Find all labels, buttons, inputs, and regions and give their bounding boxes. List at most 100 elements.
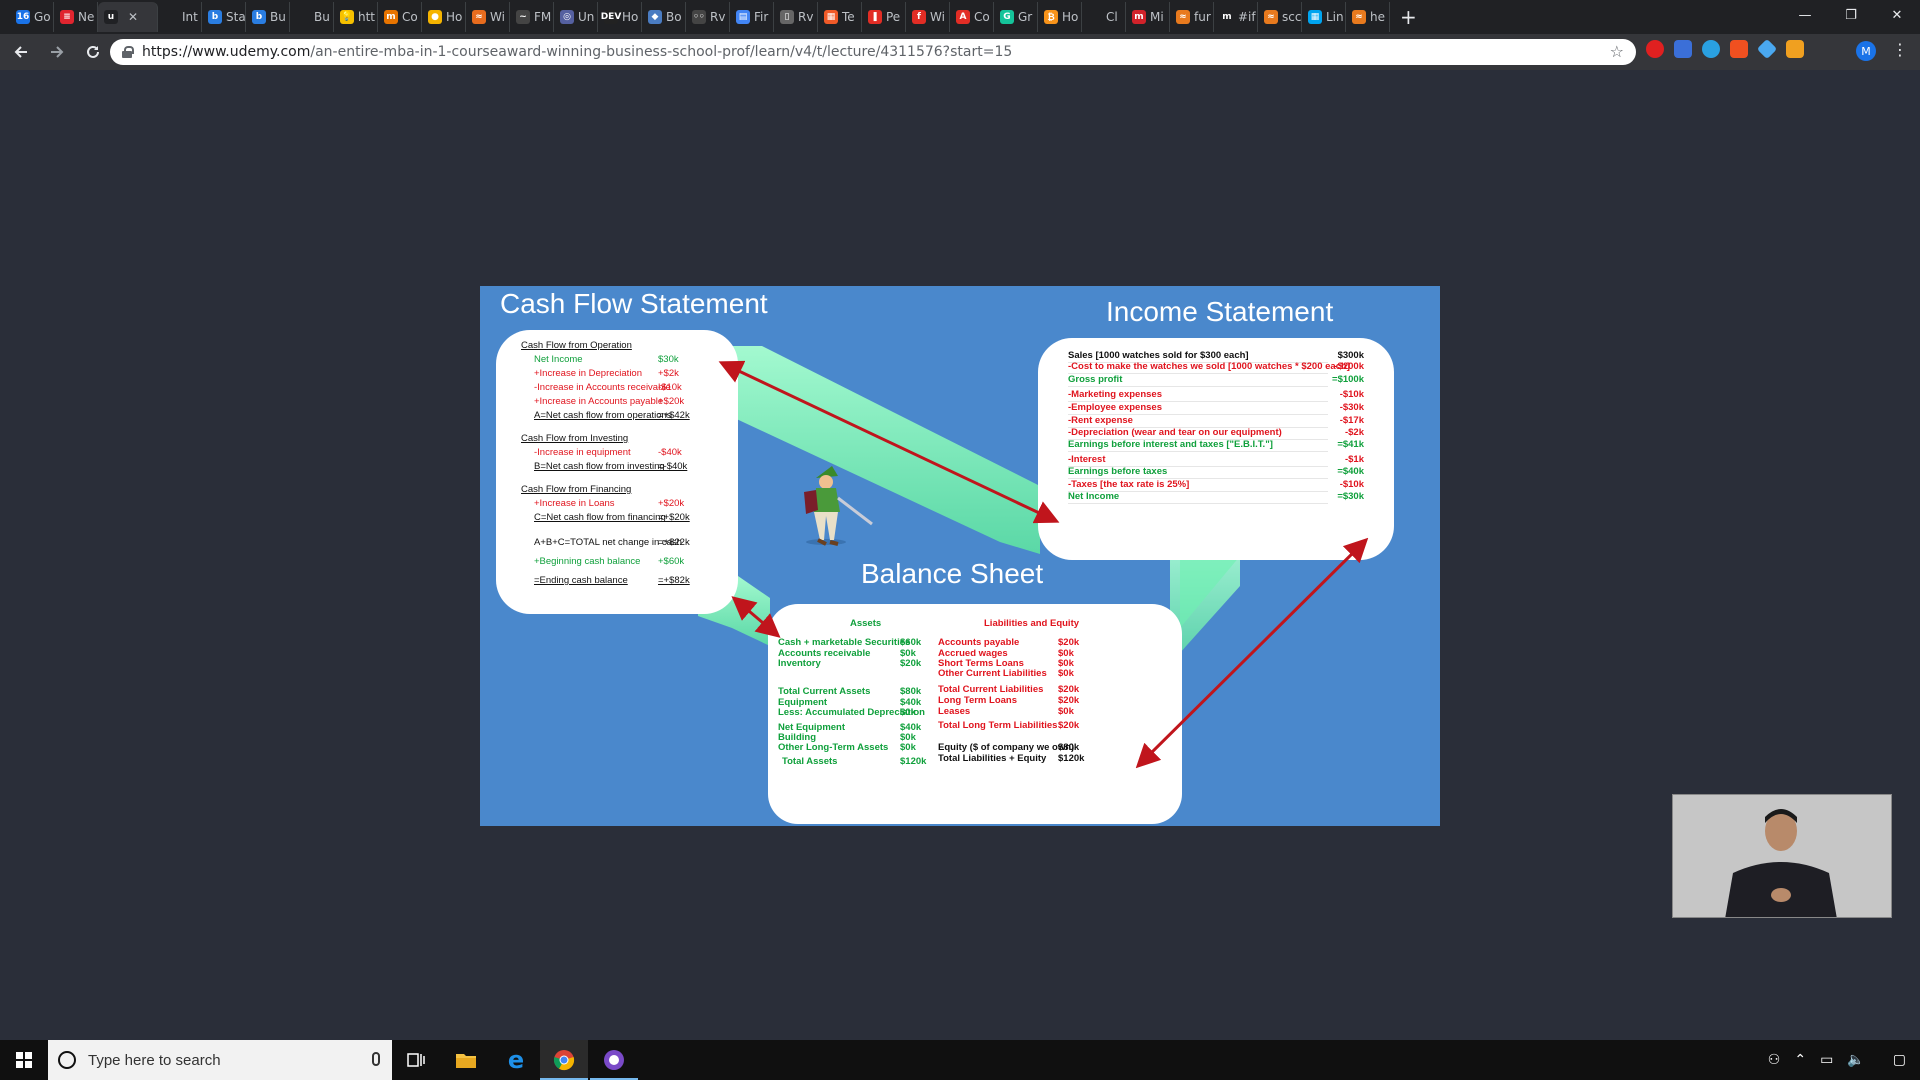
task-view-button[interactable] — [392, 1040, 440, 1080]
arrow-equity-link — [1135, 537, 1369, 769]
tab-label: Te — [842, 10, 855, 24]
browser-tab[interactable]: ▯ Rv — [774, 2, 818, 32]
tab-favicon-icon: ≈ — [472, 10, 486, 24]
browser-tab[interactable]: b Bu — [246, 2, 290, 32]
browser-tab[interactable]: b Sta — [202, 2, 246, 32]
browser-tab[interactable]: 💡 htt — [334, 2, 378, 32]
extension-blue-icon[interactable] — [1674, 40, 1692, 58]
browser-tab[interactable]: ≈ fur — [1170, 2, 1214, 32]
extension-shield-icon[interactable] — [1730, 40, 1748, 58]
tab-label: htt — [358, 10, 376, 24]
profile-avatar[interactable]: M — [1856, 41, 1876, 61]
browser-tab[interactable]: ~ FM — [510, 2, 554, 32]
video-slide[interactable]: Cash Flow Statement Income Statement Bal… — [480, 286, 1440, 826]
reload-icon — [87, 45, 99, 58]
close-window-button[interactable]: ✕ — [1874, 0, 1920, 30]
app-purple-button[interactable] — [590, 1040, 638, 1080]
instructor-webcam — [1672, 794, 1892, 918]
tab-close-icon[interactable]: ✕ — [128, 10, 138, 24]
browser-tab[interactable]: m Co — [378, 2, 422, 32]
extension-diamond-icon[interactable] — [1756, 38, 1778, 60]
microphone-icon[interactable] — [372, 1052, 380, 1066]
windows-logo-icon — [16, 1052, 32, 1068]
browser-tab[interactable]: ≈ Wi — [466, 2, 510, 32]
chrome-button[interactable] — [540, 1040, 588, 1080]
menu-dots-icon[interactable]: ⋮ — [1892, 40, 1908, 59]
tab-label: scc — [1282, 10, 1302, 24]
taskbar-search-box[interactable]: Type here to search — [48, 1040, 392, 1080]
extensions-area — [1646, 38, 1804, 60]
tab-favicon-icon: ≈ — [1176, 10, 1190, 24]
back-button[interactable] — [6, 37, 36, 67]
new-tab-button[interactable]: + — [1400, 0, 1417, 34]
arrow-left-icon — [14, 46, 27, 58]
tab-favicon-icon — [164, 10, 178, 24]
extension-orange-icon[interactable] — [1786, 40, 1804, 58]
forward-button[interactable] — [42, 37, 72, 67]
tab-favicon-icon: DEV — [600, 10, 622, 24]
browser-tab[interactable]: ◦◦ Rv — [686, 2, 730, 32]
tab-label: Un — [578, 10, 595, 24]
browser-tab[interactable]: ▦ Te — [818, 2, 862, 32]
browser-tab[interactable]: ₿ Ho — [1038, 2, 1082, 32]
tab-label: Co — [974, 10, 990, 24]
browser-tab[interactable]: A Co — [950, 2, 994, 32]
tab-favicon-icon: 💡 — [340, 10, 354, 24]
tab-label: he — [1370, 10, 1385, 24]
file-explorer-button[interactable] — [442, 1040, 490, 1080]
browser-tab[interactable]: ≡ Ne — [54, 2, 98, 32]
tab-favicon-icon: b — [208, 10, 222, 24]
tab-label: Rv — [710, 10, 726, 24]
arrow-netincome-link — [718, 360, 1060, 524]
minimize-button[interactable]: — — [1782, 0, 1828, 30]
url-text: https://www.udemy.com/an-entire-mba-in-1… — [142, 44, 1012, 60]
action-center-icon[interactable]: ▢ — [1893, 1052, 1906, 1068]
reload-button[interactable] — [78, 37, 108, 67]
volume-icon[interactable]: 🔈 — [1847, 1052, 1864, 1068]
browser-tab[interactable]: f Wi — [906, 2, 950, 32]
browser-tab[interactable]: Int — [158, 2, 202, 32]
tab-favicon-icon: ≈ — [1264, 10, 1278, 24]
browser-tab[interactable]: ≈ scc — [1258, 2, 1302, 32]
browser-tab[interactable]: ◎ Un — [554, 2, 598, 32]
tab-favicon-icon: ▯ — [780, 10, 794, 24]
browser-tab[interactable]: ● Ho — [422, 2, 466, 32]
extension-clock-icon[interactable] — [1702, 40, 1720, 58]
tab-favicon-icon: ▦ — [824, 10, 838, 24]
lock-icon — [122, 46, 134, 58]
chevron-up-icon[interactable]: ⌃ — [1794, 1052, 1806, 1068]
browser-tab[interactable]: DEV Ho — [598, 2, 642, 32]
bookmark-star-icon[interactable]: ☆ — [1610, 42, 1624, 61]
extension-red-icon[interactable] — [1646, 40, 1664, 58]
browser-tab[interactable]: u ✕ — [98, 2, 158, 32]
network-icon[interactable]: ▭ — [1820, 1052, 1833, 1068]
tab-label: FM — [534, 10, 552, 24]
tab-favicon-icon: ₿ — [1044, 10, 1058, 24]
browser-tab[interactable]: ▦ Lin — [1302, 2, 1346, 32]
browser-tab[interactable]: ❚ Pe — [862, 2, 906, 32]
tab-favicon-icon: ≈ — [1352, 10, 1366, 24]
people-icon[interactable]: ⚇ — [1768, 1052, 1781, 1068]
purple-app-icon — [604, 1050, 624, 1070]
browser-tab[interactable]: Cl — [1082, 2, 1126, 32]
tab-favicon-icon: ≡ — [60, 10, 74, 24]
browser-tab[interactable]: m Mi — [1126, 2, 1170, 32]
browser-tab[interactable]: G Gr — [994, 2, 1038, 32]
tab-label: Wi — [930, 10, 945, 24]
tab-favicon-icon: b — [252, 10, 266, 24]
edge-button[interactable]: e — [492, 1040, 540, 1080]
browser-tab[interactable]: m #if — [1214, 2, 1258, 32]
tab-label: Pe — [886, 10, 901, 24]
browser-tab[interactable]: 16 Go — [10, 2, 54, 32]
cortana-icon — [58, 1051, 76, 1069]
arrow-right-icon — [51, 46, 64, 58]
browser-tab[interactable]: ≈ he — [1346, 2, 1390, 32]
task-view-icon — [407, 1053, 425, 1067]
browser-tab[interactable]: Bu — [290, 2, 334, 32]
start-button[interactable] — [0, 1040, 48, 1080]
browser-tab[interactable]: ▤ Fir — [730, 2, 774, 32]
flow-arrows — [718, 360, 1369, 769]
restore-button[interactable]: ❐ — [1828, 0, 1874, 30]
browser-tab[interactable]: ◆ Bo — [642, 2, 686, 32]
address-bar[interactable]: https://www.udemy.com/an-entire-mba-in-1… — [110, 39, 1636, 65]
